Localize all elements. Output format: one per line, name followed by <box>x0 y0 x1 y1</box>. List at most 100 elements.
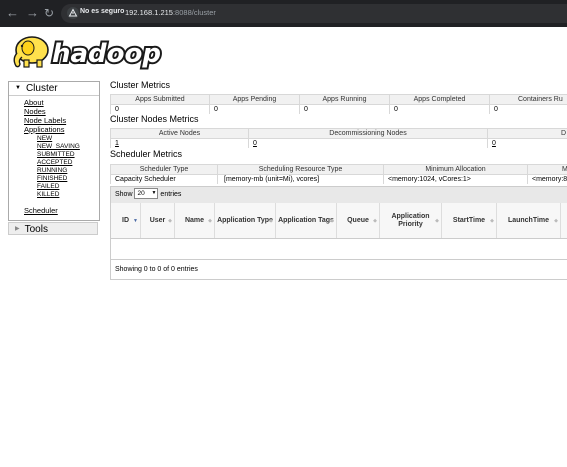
security-label[interactable]: No es seguro <box>80 8 124 15</box>
col-name-label: Name <box>184 216 205 224</box>
sidebar-link-scheduler[interactable]: Scheduler <box>24 206 58 215</box>
url-host: 192.168.1.215 <box>125 8 173 17</box>
app-state-killed[interactable]: KILLED <box>37 191 99 199</box>
col-id-label: ID <box>122 216 129 224</box>
sort-icon: ◆ <box>208 217 212 224</box>
warning-icon[interactable] <box>67 7 79 19</box>
sort-icon: ◆ <box>373 217 377 224</box>
col-application-type-label: Application Type <box>217 216 273 224</box>
value-scheduler-type: Capacity Scheduler <box>110 174 218 184</box>
value-scheduling-resource-type: [memory-mb (unit=Mi), vcores] <box>217 174 384 184</box>
col-launchtime-label: LaunchTime <box>507 216 550 224</box>
col-apps-pending: Apps Pending <box>209 94 300 105</box>
app-state-accepted[interactable]: ACCEPTED <box>37 159 99 167</box>
col-apps-running: Apps Running <box>299 94 390 105</box>
sidebar-link-nodes[interactable]: Nodes <box>24 107 99 116</box>
forward-arrow-icon[interactable]: → <box>26 6 39 20</box>
col-starttime[interactable]: StartTime ◆ <box>442 203 497 238</box>
elephant-icon <box>13 36 49 68</box>
col-launchtime[interactable]: LaunchTime ◆ <box>497 203 561 238</box>
col-containers-running: Containers Ru <box>489 94 567 105</box>
value-apps-completed: 0 <box>389 104 490 114</box>
cluster-header[interactable]: ▼ Cluster <box>9 82 99 96</box>
value-apps-pending: 0 <box>209 104 300 114</box>
cluster-links: About Nodes Node Labels Applications <box>9 96 99 134</box>
sort-desc-icon: ▼ <box>133 217 138 224</box>
col-maximum-allocation: M <box>527 164 567 175</box>
col-user[interactable]: User ◆ <box>141 203 175 238</box>
app-state-new-saving[interactable]: NEW_SAVING <box>37 143 99 151</box>
sidebar-link-applications[interactable]: Applications <box>24 125 99 134</box>
table-info: Showing 0 to 0 of 0 entries <box>115 266 198 273</box>
entries-label: entries <box>160 191 182 198</box>
col-name[interactable]: Name ◆ <box>175 203 215 238</box>
scheduler-metrics-title: Scheduler Metrics <box>110 149 183 159</box>
hadoop-logo[interactable]: hadoop hadoop <box>10 33 170 71</box>
app-state-finished[interactable]: FINISHED <box>37 175 99 183</box>
col-starttime-label: StartTime <box>452 216 486 224</box>
tools-header[interactable]: ▶ Tools <box>8 222 98 235</box>
entries-select[interactable]: 20 ▼ <box>134 187 159 199</box>
sort-icon: ◆ <box>269 217 273 224</box>
cluster-label: Cluster <box>25 83 58 94</box>
sort-icon: ◆ <box>435 217 439 224</box>
address-bar[interactable]: No es seguro 192.168.1.215:8088/cluster <box>61 4 567 23</box>
col-queue[interactable]: Queue ◆ <box>337 203 380 238</box>
col-application-priority-label: Application Priority <box>391 212 430 228</box>
cluster-nodes-metrics-table: Active Nodes Decommissioning Nodes D 1 0… <box>110 128 567 148</box>
col-queue-label: Queue <box>347 216 369 224</box>
app-state-links: NEW NEW_SAVING SUBMITTED ACCEPTED RUNNIN… <box>9 135 99 199</box>
col-application-tags[interactable]: Application Tags ◆ <box>276 203 337 238</box>
value-active-nodes[interactable]: 1 <box>110 138 249 148</box>
triangle-right-icon: ▶ <box>15 226 20 232</box>
show-label: Show <box>115 191 133 198</box>
cluster-nodes-metrics-title: Cluster Nodes Metrics <box>110 114 199 124</box>
app-state-submitted[interactable]: SUBMITTED <box>37 151 99 159</box>
col-active-nodes: Active Nodes <box>110 128 249 139</box>
app-state-running[interactable]: RUNNING <box>37 167 99 175</box>
col-scheduler-type: Scheduler Type <box>110 164 218 175</box>
cluster-metrics-title: Cluster Metrics <box>110 80 171 90</box>
value-apps-running: 0 <box>299 104 390 114</box>
browser-toolbar: ← → ↻ No es seguro 192.168.1.215:8088/cl… <box>0 0 567 27</box>
col-decommissioned-nodes: D <box>487 128 567 139</box>
applications-table: Show 20 ▼ entries ID ▼ User ◆ Name ◆ Applica… <box>110 186 567 280</box>
applications-empty-row <box>111 239 567 260</box>
back-arrow-icon[interactable]: ← <box>6 6 19 20</box>
tools-label: Tools <box>24 224 48 235</box>
entries-value: 20 <box>137 189 145 197</box>
triangle-down-icon: ▼ <box>15 85 21 91</box>
col-scheduling-resource-type: Scheduling Resource Type <box>217 164 384 175</box>
chevron-down-icon: ▼ <box>151 189 157 196</box>
url-text[interactable]: 192.168.1.215:8088/cluster <box>125 8 216 17</box>
sort-icon: ◆ <box>554 217 558 224</box>
sidebar-link-node-labels[interactable]: Node Labels <box>24 116 99 125</box>
col-apps-submitted: Apps Submitted <box>110 94 210 105</box>
col-apps-completed: Apps Completed <box>389 94 490 105</box>
value-maximum-allocation: <memory:8 <box>527 174 567 184</box>
sidebar-cluster-panel: ▼ Cluster About Nodes Node Labels Applica… <box>8 81 100 221</box>
value-decommissioned-nodes[interactable]: 0 <box>487 138 567 148</box>
col-minimum-allocation: Minimum Allocation <box>383 164 528 175</box>
sort-icon: ◆ <box>490 217 494 224</box>
value-decommissioning-nodes[interactable]: 0 <box>248 138 488 148</box>
reload-icon[interactable]: ↻ <box>44 6 54 20</box>
value-apps-submitted: 0 <box>110 104 210 114</box>
col-application-type[interactable]: Application Type ◆ <box>215 203 276 238</box>
col-id[interactable]: ID ▼ <box>111 203 141 238</box>
col-application-priority[interactable]: Application Priority ◆ <box>380 203 442 238</box>
app-state-failed[interactable]: FAILED <box>37 183 99 191</box>
app-state-new[interactable]: NEW <box>37 135 99 143</box>
entries-length-bar: Show 20 ▼ entries <box>111 187 567 203</box>
url-path: :8088/cluster <box>172 8 216 17</box>
sidebar-link-about[interactable]: About <box>24 98 99 107</box>
applications-header-row: ID ▼ User ◆ Name ◆ Application Type ◆ Applic… <box>111 203 567 239</box>
col-application-tags-label: Application Tags <box>278 216 334 224</box>
value-minimum-allocation: <memory:1024, vCores:1> <box>383 174 528 184</box>
col-user-label: User <box>149 216 166 224</box>
col-decommissioning-nodes: Decommissioning Nodes <box>248 128 488 139</box>
sort-icon: ◆ <box>168 217 172 224</box>
cluster-metrics-table: Apps Submitted Apps Pending Apps Running… <box>110 94 567 114</box>
scheduler-section: Scheduler <box>9 199 99 215</box>
scheduler-metrics-table: Scheduler Type Scheduling Resource Type … <box>110 164 567 184</box>
